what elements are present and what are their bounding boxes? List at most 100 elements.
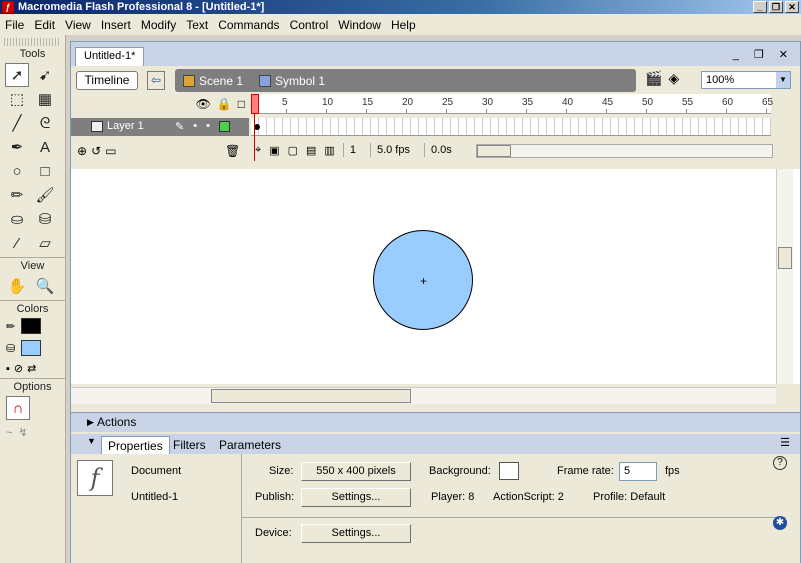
zoom-select[interactable]: 100% ▼ [701, 71, 791, 89]
fill-color-swatch[interactable] [21, 340, 42, 356]
lock-icon[interactable]: 🔒 [217, 97, 232, 111]
menu-text[interactable]: Text [181, 18, 213, 32]
ink-bottle-tool-icon[interactable]: ⛀ [5, 207, 29, 231]
timeline-hscroll-thumb[interactable] [477, 145, 511, 157]
outline-color-box[interactable] [218, 121, 230, 132]
panel-grip[interactable] [4, 38, 61, 46]
ruler-tick [486, 109, 487, 113]
device-settings-button[interactable]: Settings... [301, 524, 411, 543]
frame-ruler[interactable]: 15101520253035404550556065 [250, 94, 774, 114]
pen-tool-icon[interactable]: ✒ [5, 135, 29, 159]
add-motion-guide-icon[interactable]: ↺ [91, 144, 101, 158]
menu-commands[interactable]: Commands [213, 18, 284, 32]
layer-controls: ✎ • • [175, 120, 230, 133]
layer-row[interactable]: Layer 1 ✎ • • [71, 118, 249, 136]
ruler-tick [646, 109, 647, 113]
line-tool-icon[interactable]: ╱ [5, 111, 29, 135]
menu-edit[interactable]: Edit [29, 18, 60, 32]
ruler-number: 65 [762, 97, 774, 108]
menu-modify[interactable]: Modify [136, 18, 181, 32]
black-white-icon[interactable]: ▪ [6, 363, 10, 375]
ruler-tick [406, 109, 407, 113]
restore-button[interactable]: ❐ [769, 1, 783, 13]
menu-file[interactable]: File [0, 18, 29, 32]
doc-window-controls[interactable]: _ ❐ ✕ [733, 48, 794, 61]
subselection-tool-icon[interactable]: ➹ [33, 63, 57, 87]
panel-options-icon[interactable]: ☰ [780, 436, 790, 449]
menu-control[interactable]: Control [285, 18, 334, 32]
lock-dot[interactable]: • [206, 120, 210, 133]
ruler-tick [286, 109, 287, 113]
stage-vscroll[interactable] [776, 169, 793, 384]
zoom-tool-icon[interactable]: 🔍 [33, 274, 57, 298]
publish-settings-button[interactable]: Settings... [301, 488, 411, 507]
onion-skin-icon[interactable]: ▣ [269, 144, 279, 157]
flash-app-icon[interactable]: ƒ [2, 1, 14, 13]
edit-symbols-icon[interactable]: ◈ [668, 70, 679, 87]
chevron-down-icon[interactable]: ▼ [776, 72, 790, 88]
frame-row[interactable] [251, 118, 771, 136]
timeline-button[interactable]: Timeline [76, 71, 138, 90]
size-button[interactable]: 550 x 400 pixels [301, 462, 411, 481]
menu-help[interactable]: Help [386, 18, 421, 32]
insert-folder-icon[interactable]: ▭ [105, 144, 116, 158]
eraser-tool-icon[interactable]: ▱ [33, 231, 57, 255]
rectangle-tool-icon[interactable]: □ [33, 159, 57, 183]
playhead[interactable] [251, 94, 259, 114]
stage-hscroll[interactable] [71, 387, 776, 404]
tab-properties[interactable]: Properties [101, 436, 170, 454]
outline-icon[interactable]: □ [238, 97, 245, 111]
snap-to-objects-icon[interactable]: ∩ [6, 396, 30, 420]
breadcrumb-scene[interactable]: Scene 1 [175, 74, 251, 88]
gradient-transform-tool-icon[interactable]: ▦ [33, 87, 57, 111]
center-frame-icon[interactable]: ⌖ [255, 144, 261, 157]
accessibility-icon[interactable]: ✱ [773, 516, 787, 530]
doc-name: Untitled-1 [131, 491, 179, 503]
timeline-hscroll[interactable] [476, 144, 773, 158]
lasso-tool-icon[interactable]: ᘓ [33, 111, 57, 135]
stage[interactable]: + [71, 169, 800, 384]
title-bar: ƒ Macromedia Flash Professional 8 - [Unt… [0, 0, 801, 14]
hand-tool-icon[interactable]: ✋ [5, 274, 29, 298]
edit-multiple-icon[interactable]: ▤ [306, 144, 316, 157]
visibility-dot[interactable]: • [193, 120, 197, 133]
menu-view[interactable]: View [60, 18, 96, 32]
edit-scene-icon[interactable]: 🎬 [645, 70, 662, 87]
onion-outline-icon[interactable]: ▢ [288, 144, 298, 157]
collapse-arrow-icon[interactable]: ▼ [87, 436, 96, 446]
free-transform-tool-icon[interactable]: ⬚ [5, 87, 29, 111]
brush-tool-icon[interactable]: 🖌 [33, 183, 57, 207]
breadcrumb-symbol[interactable]: Symbol 1 [251, 74, 333, 88]
stage-hscroll-thumb[interactable] [211, 389, 411, 403]
oval-tool-icon[interactable]: ○ [5, 159, 29, 183]
expand-arrow-icon[interactable]: ▶ [87, 413, 94, 431]
background-color-swatch[interactable] [499, 462, 519, 480]
insert-layer-icon[interactable]: ⊕ [77, 144, 87, 158]
selection-tool-icon[interactable]: ➚ [5, 63, 29, 87]
close-button[interactable]: ✕ [785, 1, 799, 13]
smooth-icon[interactable]: ~ [6, 427, 12, 439]
modify-markers-icon[interactable]: ▥ [324, 144, 334, 157]
text-tool-icon[interactable]: A [33, 135, 57, 159]
swap-colors-icon[interactable]: ⇄ [27, 362, 36, 375]
menu-insert[interactable]: Insert [96, 18, 136, 32]
paint-bucket-tool-icon[interactable]: ⛁ [33, 207, 57, 231]
eye-icon[interactable]: 👁 [196, 97, 211, 111]
pencil-tool-icon[interactable]: ✏ [5, 183, 29, 207]
help-icon[interactable]: ? [773, 456, 787, 470]
trash-icon[interactable]: 🗑 [225, 144, 240, 158]
actions-panel-bar[interactable]: ▶ Actions [71, 412, 800, 432]
tab-parameters[interactable]: Parameters [213, 436, 287, 454]
no-color-icon[interactable]: ⊘ [14, 362, 23, 375]
menu-window[interactable]: Window [333, 18, 386, 32]
minimize-button[interactable]: _ [753, 1, 767, 13]
back-arrow-icon[interactable]: ⇦ [147, 71, 165, 90]
straighten-icon[interactable]: ↯ [18, 426, 27, 439]
tab-filters[interactable]: Filters [167, 436, 212, 454]
frame-rate-input[interactable]: 5 [619, 462, 657, 481]
document-tab[interactable]: Untitled-1* [75, 47, 145, 66]
stroke-color-swatch[interactable] [21, 318, 42, 334]
zoom-value: 100% [706, 74, 735, 86]
eyedropper-tool-icon[interactable]: ⁄ [5, 231, 29, 255]
stage-vscroll-thumb[interactable] [778, 247, 792, 269]
